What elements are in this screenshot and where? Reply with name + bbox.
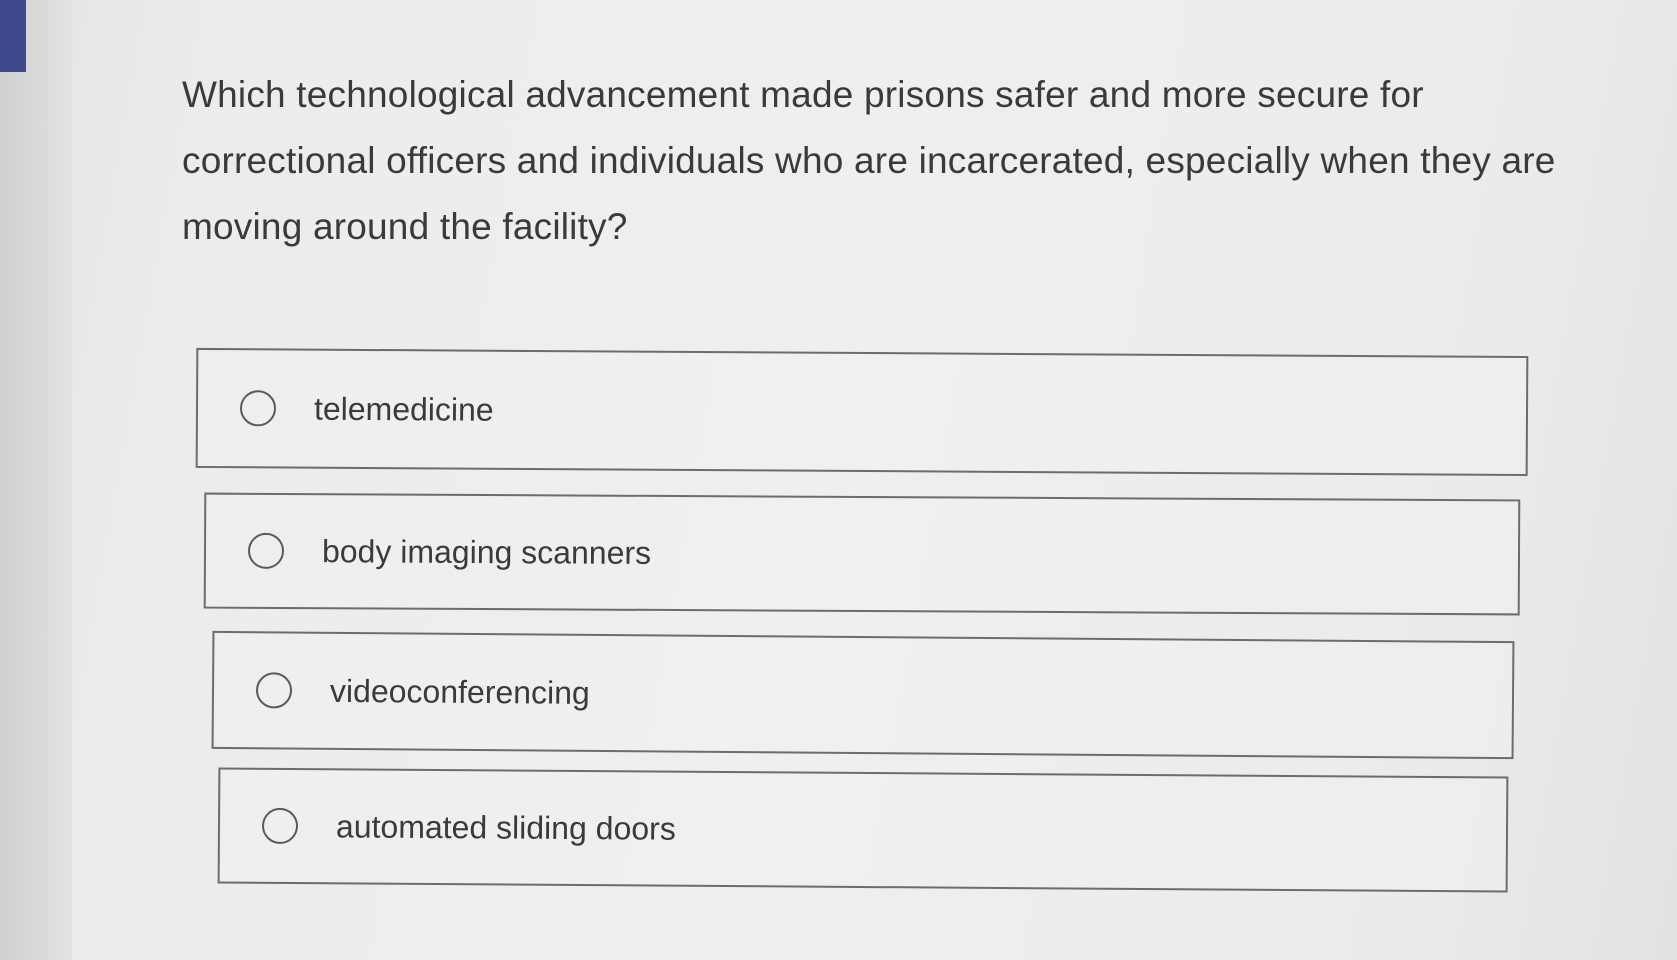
answer-option-telemedicine[interactable]: telemedicine <box>195 347 1529 477</box>
radio-button-icon[interactable] <box>255 672 293 709</box>
radio-button-icon[interactable] <box>261 807 299 845</box>
radio-button-icon[interactable] <box>247 532 285 569</box>
screen: Which technological advancement made pri… <box>0 0 1677 960</box>
option-label: automated sliding doors <box>335 807 676 847</box>
radio-button-icon[interactable] <box>239 390 277 427</box>
answer-options: telemedicine body imaging scanners video… <box>0 0 1677 960</box>
answer-option-automated-sliding-doors[interactable]: automated sliding doors <box>217 767 1509 893</box>
answer-option-videoconferencing[interactable]: videoconferencing <box>211 630 1515 760</box>
option-label: videoconferencing <box>329 672 590 711</box>
option-label: body imaging scanners <box>321 532 652 571</box>
option-label: telemedicine <box>313 390 494 428</box>
answer-option-body-imaging-scanners[interactable]: body imaging scanners <box>203 492 1521 616</box>
